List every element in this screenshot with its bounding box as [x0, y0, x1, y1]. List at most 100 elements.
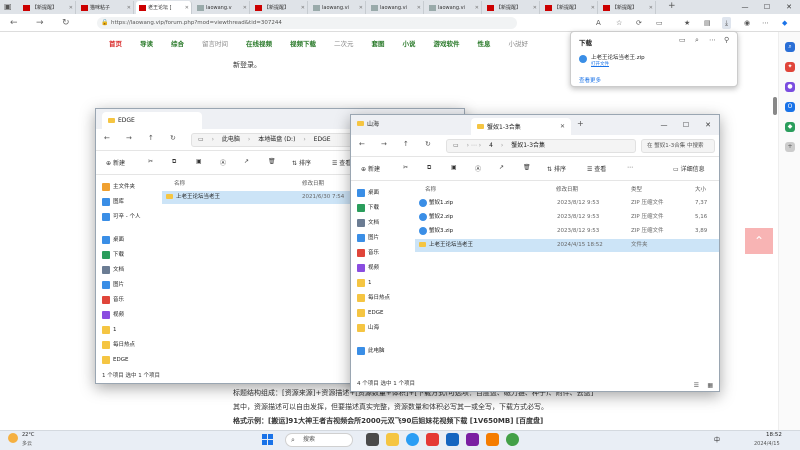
nav-item[interactable]: 桌面 — [357, 187, 379, 199]
games-sidebar-icon[interactable]: ● — [785, 82, 795, 92]
browser-tab[interactable]: 【新提醒】 ✕ — [542, 1, 598, 14]
file-row[interactable]: 蟹奴3.zip 2023/8/12 9:53 ZIP 压缩文件 3,89 — [415, 225, 719, 238]
up-icon[interactable]: ↑ — [403, 140, 409, 148]
site-nav-item[interactable]: 视频下载 — [281, 36, 325, 52]
split-screen-icon[interactable]: ▭ — [656, 17, 663, 29]
site-nav-item[interactable]: 二次元 — [325, 36, 363, 52]
more-icon[interactable]: ⋯ — [627, 164, 633, 171]
collections-icon[interactable]: ▤ — [704, 17, 711, 29]
details-view-icon[interactable]: ☰ — [694, 382, 699, 389]
file-row[interactable]: 上老王论坛当老王 2024/4/15 18:52 文件夹 — [415, 239, 719, 252]
column-size[interactable]: 大小 — [695, 185, 706, 193]
taskbar-search[interactable]: ⌕ 搜索 — [285, 433, 353, 447]
app-icon-red[interactable] — [426, 433, 439, 446]
read-aloud-icon[interactable]: A — [596, 17, 601, 29]
nav-item[interactable]: 可辛 - 个人 — [102, 211, 140, 223]
back-to-top-button[interactable]: ⌃ — [745, 228, 773, 254]
more-icon[interactable]: ⋯ — [762, 17, 769, 29]
close-tab-icon[interactable]: ✕ — [591, 5, 595, 11]
browser-tab[interactable]: laowang.vi ✕ — [310, 1, 366, 14]
crumb-this-pc[interactable]: 此电脑 — [222, 136, 240, 143]
cut-icon[interactable]: ✂ — [403, 164, 408, 171]
crumb-disk-d[interactable]: 本地磁盘 (D:) — [258, 136, 295, 143]
see-more-link[interactable]: 查看更多 — [579, 76, 601, 84]
forward-icon[interactable]: → — [126, 134, 132, 142]
column-date[interactable]: 修改日期 — [302, 179, 324, 187]
weather-icon[interactable] — [8, 433, 18, 443]
nav-item[interactable]: 下载 — [357, 202, 379, 214]
clock-time[interactable]: 18:52 — [766, 432, 782, 438]
site-nav-item[interactable]: 性息 — [469, 36, 500, 52]
maximize-button[interactable]: ☐ — [675, 115, 697, 135]
close-tab-icon[interactable]: ✕ — [359, 5, 363, 11]
file-row[interactable]: 蟹奴2.zip 2023/8/12 9:53 ZIP 压缩文件 5,16 — [415, 211, 719, 224]
nav-item[interactable]: 桌面 — [102, 234, 124, 246]
site-nav-item[interactable]: 留言时间 — [193, 36, 237, 52]
nav-item[interactable]: 每日热点 — [357, 292, 390, 304]
close-button[interactable]: ✕ — [778, 0, 800, 14]
file-explorer-icon[interactable] — [386, 433, 399, 446]
ime-indicator[interactable]: 中 — [714, 435, 720, 444]
crumb-folder[interactable]: 蟹奴1-3合集 — [511, 142, 545, 149]
refresh-icon[interactable]: ↻ — [425, 140, 431, 148]
store-icon[interactable] — [446, 433, 459, 446]
nav-item[interactable]: 视频 — [357, 262, 379, 274]
search-box[interactable]: 在 蟹奴1-3合集 中搜索 — [641, 139, 715, 153]
nav-item[interactable]: 此电脑 — [357, 345, 385, 357]
refresh-icon[interactable]: ↻ — [170, 134, 176, 142]
share-icon[interactable]: ↗ — [244, 158, 249, 165]
paste-icon[interactable]: ▣ — [451, 164, 457, 171]
close-tab-icon[interactable]: ✕ — [533, 5, 537, 11]
site-nav-item[interactable]: 小说 — [394, 36, 425, 52]
nav-item[interactable]: EDGE — [357, 307, 383, 319]
up-icon[interactable]: ↑ — [148, 134, 154, 142]
search-sidebar-icon[interactable]: ⌕ — [785, 42, 795, 52]
search-downloads-icon[interactable]: ⌕ — [695, 36, 699, 45]
cut-icon[interactable]: ✂ — [148, 158, 153, 165]
nav-item[interactable]: 1 — [102, 324, 117, 336]
browser-tab[interactable]: laowang.v ✕ — [194, 1, 250, 14]
favorite-icon[interactable]: ☆ — [616, 17, 622, 29]
sort-button[interactable]: ⇅ 排序 — [547, 164, 566, 173]
outlook-sidebar-icon[interactable]: O — [785, 102, 795, 112]
browser-tab[interactable]: 【新提醒】 ✕ — [252, 1, 308, 14]
tab-actions-icon[interactable]: ▣ — [4, 2, 14, 12]
nav-item[interactable]: EDGE — [102, 354, 128, 366]
close-tab-icon[interactable]: ✕ — [649, 5, 653, 11]
nav-item[interactable]: 文档 — [102, 264, 124, 276]
close-tab-icon[interactable]: ✕ — [127, 5, 131, 11]
downloads-icon[interactable]: ⤓ — [722, 17, 732, 29]
new-button[interactable]: ⊕ 新建 — [361, 164, 380, 173]
browser-tab[interactable]: 【新提醒】 ✕ — [600, 1, 656, 14]
close-tab-icon[interactable]: ✕ — [475, 5, 479, 11]
new-tab-icon[interactable]: + — [577, 119, 584, 128]
nav-item[interactable]: 图片 — [102, 279, 124, 291]
back-icon[interactable]: ← — [359, 140, 365, 148]
profile-icon[interactable]: ◉ — [744, 17, 750, 29]
page-scrollbar[interactable] — [773, 97, 777, 115]
more-options-icon[interactable]: ⋯ — [709, 36, 716, 44]
crumb-4[interactable]: 4 — [489, 142, 493, 149]
new-button[interactable]: ⊕ 新建 — [106, 158, 125, 167]
view-button[interactable]: ☰ 查看 — [587, 164, 606, 173]
column-type[interactable]: 类型 — [631, 185, 642, 193]
shanhai-back-tab[interactable]: 山海 — [357, 119, 379, 128]
browser-tab[interactable]: laowang.vi ✕ — [426, 1, 482, 14]
nav-item[interactable]: 下载 — [102, 249, 124, 261]
rename-icon[interactable]: Ⓐ — [475, 164, 481, 173]
site-nav-item[interactable]: 首页 — [100, 36, 131, 52]
close-tab-icon[interactable]: ✕ — [560, 123, 565, 130]
paste-icon[interactable]: ▣ — [196, 158, 202, 165]
pin-icon[interactable]: ⚲ — [724, 36, 729, 44]
nav-item[interactable]: 音乐 — [357, 247, 379, 259]
close-tab-icon[interactable]: ✕ — [69, 5, 73, 11]
nav-item[interactable]: 音乐 — [102, 294, 124, 306]
browser-tab[interactable]: 猫咪粘子 ✕ — [78, 1, 134, 14]
site-nav-item[interactable]: 套图 — [363, 36, 394, 52]
site-nav-item[interactable]: 在线视频 — [237, 36, 281, 52]
start-icon[interactable] — [262, 434, 274, 446]
minimize-button[interactable]: — — [653, 115, 675, 135]
back-icon[interactable]: ← — [104, 134, 110, 142]
edge-window-tab[interactable]: EDGE — [102, 112, 202, 129]
back-icon[interactable]: ← — [10, 17, 18, 29]
